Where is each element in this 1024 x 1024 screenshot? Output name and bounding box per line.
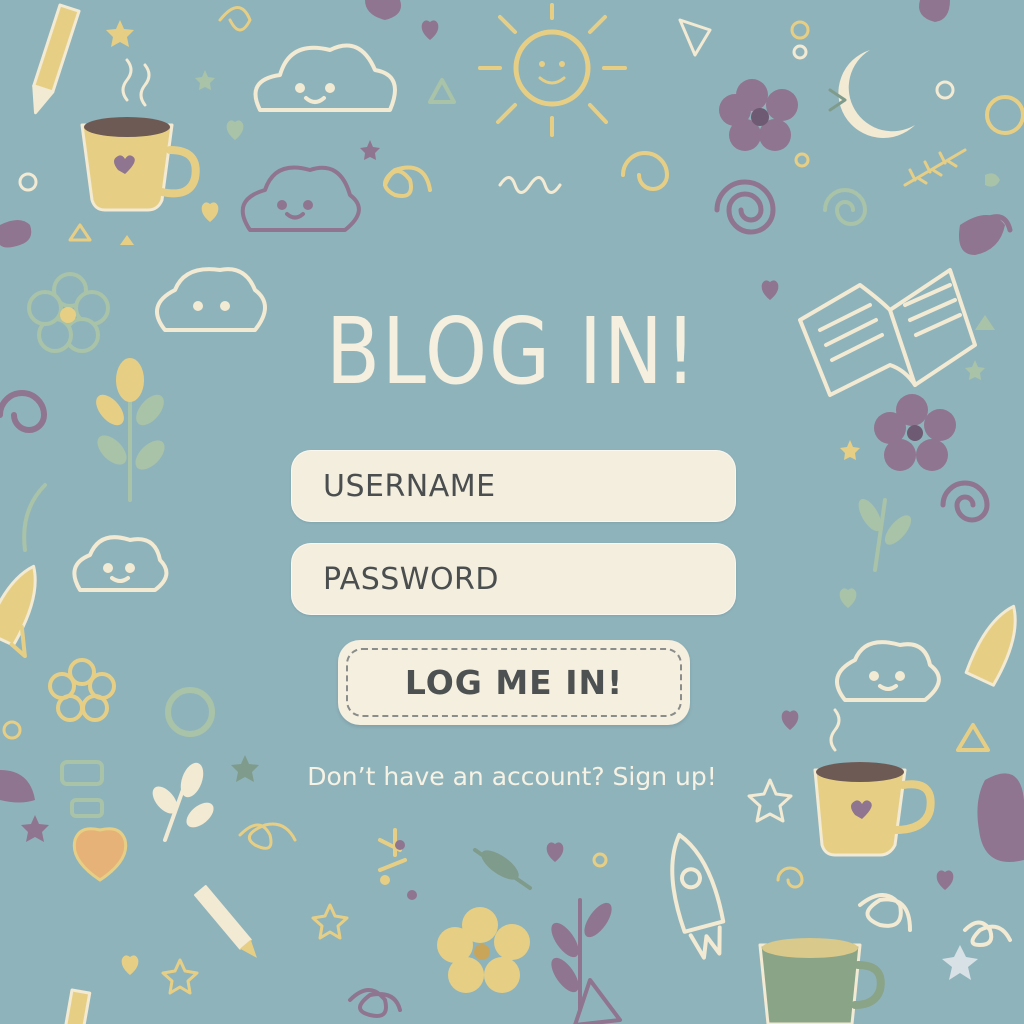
- leaf-icon: [551, 898, 612, 1012]
- cloud-icon: [835, 640, 941, 702]
- rocket-icon: [0, 564, 37, 659]
- sign-up-link[interactable]: Don’t have an account? Sign up!: [0, 762, 1024, 791]
- username-field[interactable]: [291, 450, 736, 522]
- leaf-icon: [473, 848, 532, 890]
- coffee-cup-icon: [758, 938, 885, 1024]
- rocket-icon: [670, 832, 726, 960]
- flower-icon: [48, 658, 116, 722]
- cloud-icon: [253, 43, 397, 112]
- password-input[interactable]: [321, 560, 705, 598]
- username-input[interactable]: [321, 467, 705, 505]
- flower-icon: [719, 79, 798, 151]
- cloud-icon: [72, 535, 169, 592]
- leaf-icon: [903, 148, 967, 187]
- cloud-icon: [240, 165, 361, 232]
- page-title: BLOG IN!: [325, 298, 699, 405]
- password-field[interactable]: [291, 543, 736, 615]
- leaf-icon: [858, 498, 912, 572]
- pencil-icon: [194, 885, 257, 958]
- coffee-cup-icon: [80, 58, 200, 212]
- log-in-button[interactable]: LOG ME IN!: [338, 640, 690, 725]
- sun-icon: [478, 3, 627, 137]
- pencil-icon: [60, 988, 92, 1024]
- rocket-icon: [964, 604, 1017, 687]
- moon-icon: [838, 50, 915, 138]
- flower-icon: [437, 907, 530, 993]
- log-in-button-label: LOG ME IN!: [346, 648, 682, 717]
- pencil-icon: [32, 3, 81, 115]
